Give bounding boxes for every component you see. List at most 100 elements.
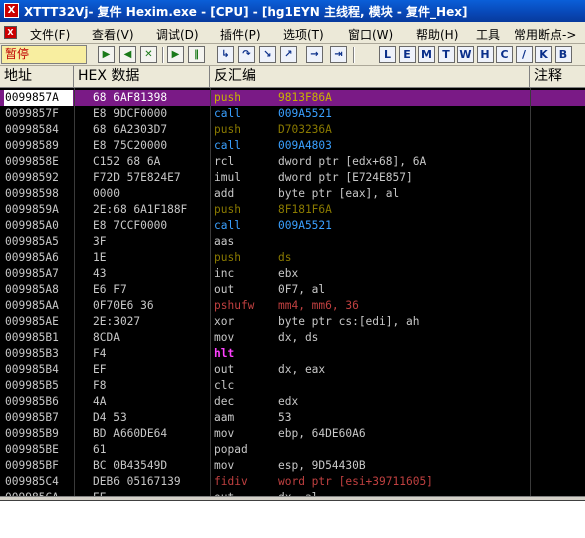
- pause-icon[interactable]: ‖: [188, 46, 205, 63]
- instruction-mnemonic: aas: [214, 235, 235, 248]
- window-button-w[interactable]: W: [457, 46, 474, 63]
- instruction-address: 009985B1: [5, 331, 59, 344]
- instruction-hex: F4: [93, 347, 107, 360]
- instruction-row[interactable]: 00998589 E8 75C20000 call 009A4803: [0, 138, 585, 154]
- column-header-disassembly[interactable]: 反汇编: [210, 66, 530, 88]
- instruction-operands: 9813F86A: [278, 91, 332, 104]
- column-divider: [74, 88, 75, 496]
- instruction-row[interactable]: 00998584 68 6A2303D7 push D703236A: [0, 122, 585, 138]
- window-button-t[interactable]: T: [437, 46, 455, 63]
- instruction-mnemonic: mov: [214, 427, 235, 440]
- instruction-address: 009985A7: [5, 267, 59, 280]
- instruction-hex: C152 68 6A: [93, 155, 161, 168]
- instruction-operands: 009A4803: [278, 139, 332, 152]
- menu-window[interactable]: 窗口(W): [348, 26, 393, 43]
- instruction-hex: D4 53: [93, 411, 127, 424]
- window-button-slash[interactable]: /: [515, 46, 533, 63]
- instruction-row[interactable]: 009985B3 F4 hlt: [0, 346, 585, 362]
- instruction-row[interactable]: 009985A7 43 inc ebx: [0, 266, 585, 282]
- instruction-hex: 0000: [93, 187, 120, 200]
- system-menu-icon[interactable]: X: [4, 26, 17, 39]
- window-button-l[interactable]: L: [379, 46, 396, 63]
- instruction-row[interactable]: 009985C4 DEB6 05167139 fidiv word ptr [esi+…: [0, 474, 585, 490]
- instruction-operands: ebx: [278, 267, 299, 280]
- column-divider: [210, 88, 211, 496]
- instruction-hex: 8CDA: [93, 331, 120, 344]
- window-button-e[interactable]: E: [398, 46, 416, 63]
- instruction-row[interactable]: 009985B5 F8 clc: [0, 378, 585, 394]
- close-icon[interactable]: ✕: [140, 46, 157, 63]
- app-icon: X: [4, 3, 19, 18]
- open-icon[interactable]: ▶: [98, 46, 115, 63]
- menu-file[interactable]: 文件(F): [30, 26, 70, 43]
- instruction-row[interactable]: 009985A5 3F aas: [0, 234, 585, 250]
- restart-icon[interactable]: ◀: [119, 46, 136, 63]
- instruction-row[interactable]: 009985A0 E8 7CCF0000 call 009A5521: [0, 218, 585, 234]
- menu-tools[interactable]: 工具: [476, 26, 500, 43]
- instruction-row[interactable]: 009985AA 0F70E6 36 pshufw mm4, mm6, 36: [0, 298, 585, 314]
- menu-view[interactable]: 查看(V): [92, 26, 134, 43]
- column-header-comment[interactable]: 注释: [530, 66, 585, 88]
- instruction-mnemonic: pshufw: [214, 299, 255, 312]
- window-button-c[interactable]: C: [496, 46, 513, 63]
- step-over-icon[interactable]: ↷: [238, 46, 255, 63]
- instruction-row[interactable]: 009985BE 61 popad: [0, 442, 585, 458]
- instruction-mnemonic: out: [214, 283, 235, 296]
- window-button-b[interactable]: B: [554, 46, 572, 63]
- instruction-operands: word ptr [esi+39711605]: [278, 475, 433, 488]
- window-button-m[interactable]: M: [418, 46, 435, 63]
- instruction-row[interactable]: 0099859A 2E:68 6A1F188F push 8F181F6A: [0, 202, 585, 218]
- trace-into-icon[interactable]: ↘: [259, 46, 276, 63]
- instruction-address: 009985B7: [5, 411, 59, 424]
- execute-till-return-icon[interactable]: →: [306, 46, 323, 63]
- instruction-mnemonic: call: [214, 219, 241, 232]
- instruction-row[interactable]: 0099857F E8 9DCF0000 call 009A5521: [0, 106, 585, 122]
- instruction-hex: F72D 57E824E7: [93, 171, 181, 184]
- instruction-hex: E8 9DCF0000: [93, 107, 168, 120]
- instruction-row[interactable]: 009985BF BC 0B43549D mov esp, 9D54430B: [0, 458, 585, 474]
- instruction-operands: ds: [278, 251, 292, 264]
- instruction-row[interactable]: 009985B4 EF out dx, eax: [0, 362, 585, 378]
- instruction-operands: mm4, mm6, 36: [278, 299, 359, 312]
- menu-options[interactable]: 选项(T): [283, 26, 324, 43]
- menu-help[interactable]: 帮助(H): [416, 26, 458, 43]
- instruction-mnemonic: imul: [214, 171, 241, 184]
- instruction-row[interactable]: 009985A6 1E push ds: [0, 250, 585, 266]
- run-icon[interactable]: ▶: [167, 46, 184, 63]
- selected-instruction-row[interactable]: 0099857A 68 6AF81398 push 9813F86A: [0, 90, 585, 106]
- window-button-h[interactable]: H: [476, 46, 494, 63]
- instruction-hex: 3F: [93, 235, 107, 248]
- instruction-operands: edx: [278, 395, 299, 408]
- instruction-row[interactable]: 00998598 0000 add byte ptr [eax], al: [0, 186, 585, 202]
- instruction-mnemonic: call: [214, 107, 241, 120]
- instruction-row[interactable]: 009985A8 E6 F7 out 0F7, al: [0, 282, 585, 298]
- step-into-icon[interactable]: ↳: [217, 46, 234, 63]
- column-header-hex[interactable]: HEX 数据: [74, 66, 210, 88]
- trace-over-icon[interactable]: ↗: [280, 46, 297, 63]
- instruction-row[interactable]: 0099858E C152 68 6A rcl dword ptr [edx+68],…: [0, 154, 585, 170]
- instruction-operands: ebp, 64DE60A6: [278, 427, 366, 440]
- window-button-k[interactable]: K: [535, 46, 552, 63]
- instruction-hex: F8: [93, 379, 107, 392]
- instruction-row[interactable]: 009985B9 BD A660DE64 mov ebp, 64DE60A6: [0, 426, 585, 442]
- menu-debug[interactable]: 调试(D): [156, 26, 199, 43]
- disassembly-pane[interactable]: 0099857A 68 6AF81398 push 9813F86A 0099857F E…: [0, 88, 585, 496]
- instruction-mnemonic: rcl: [214, 155, 235, 168]
- instruction-mnemonic: clc: [214, 379, 235, 392]
- instruction-row[interactable]: 00998592 F72D 57E824E7 imul dword ptr [E724…: [0, 170, 585, 186]
- instruction-row[interactable]: 009985AE 2E:3027 xor byte ptr cs:[edi], ah: [0, 314, 585, 330]
- goto-icon[interactable]: ⇥: [330, 46, 347, 63]
- instruction-address: 00998598: [5, 187, 59, 200]
- instruction-hex: BD A660DE64: [93, 427, 168, 440]
- menu-plugins[interactable]: 插件(P): [220, 26, 261, 43]
- toolbar-separator: [353, 47, 355, 63]
- menu-breakpoints[interactable]: 常用断点->: [514, 26, 576, 43]
- instruction-mnemonic: push: [214, 123, 241, 136]
- instruction-row[interactable]: 009985B6 4A dec edx: [0, 394, 585, 410]
- column-header-address[interactable]: 地址: [0, 66, 74, 88]
- instruction-row[interactable]: 009985B7 D4 53 aam 53: [0, 410, 585, 426]
- instruction-address: 0099857A: [4, 90, 73, 106]
- instruction-operands: 8F181F6A: [278, 203, 332, 216]
- instruction-row[interactable]: 009985B1 8CDA mov dx, ds: [0, 330, 585, 346]
- instruction-hex: 0F70E6 36: [93, 299, 154, 312]
